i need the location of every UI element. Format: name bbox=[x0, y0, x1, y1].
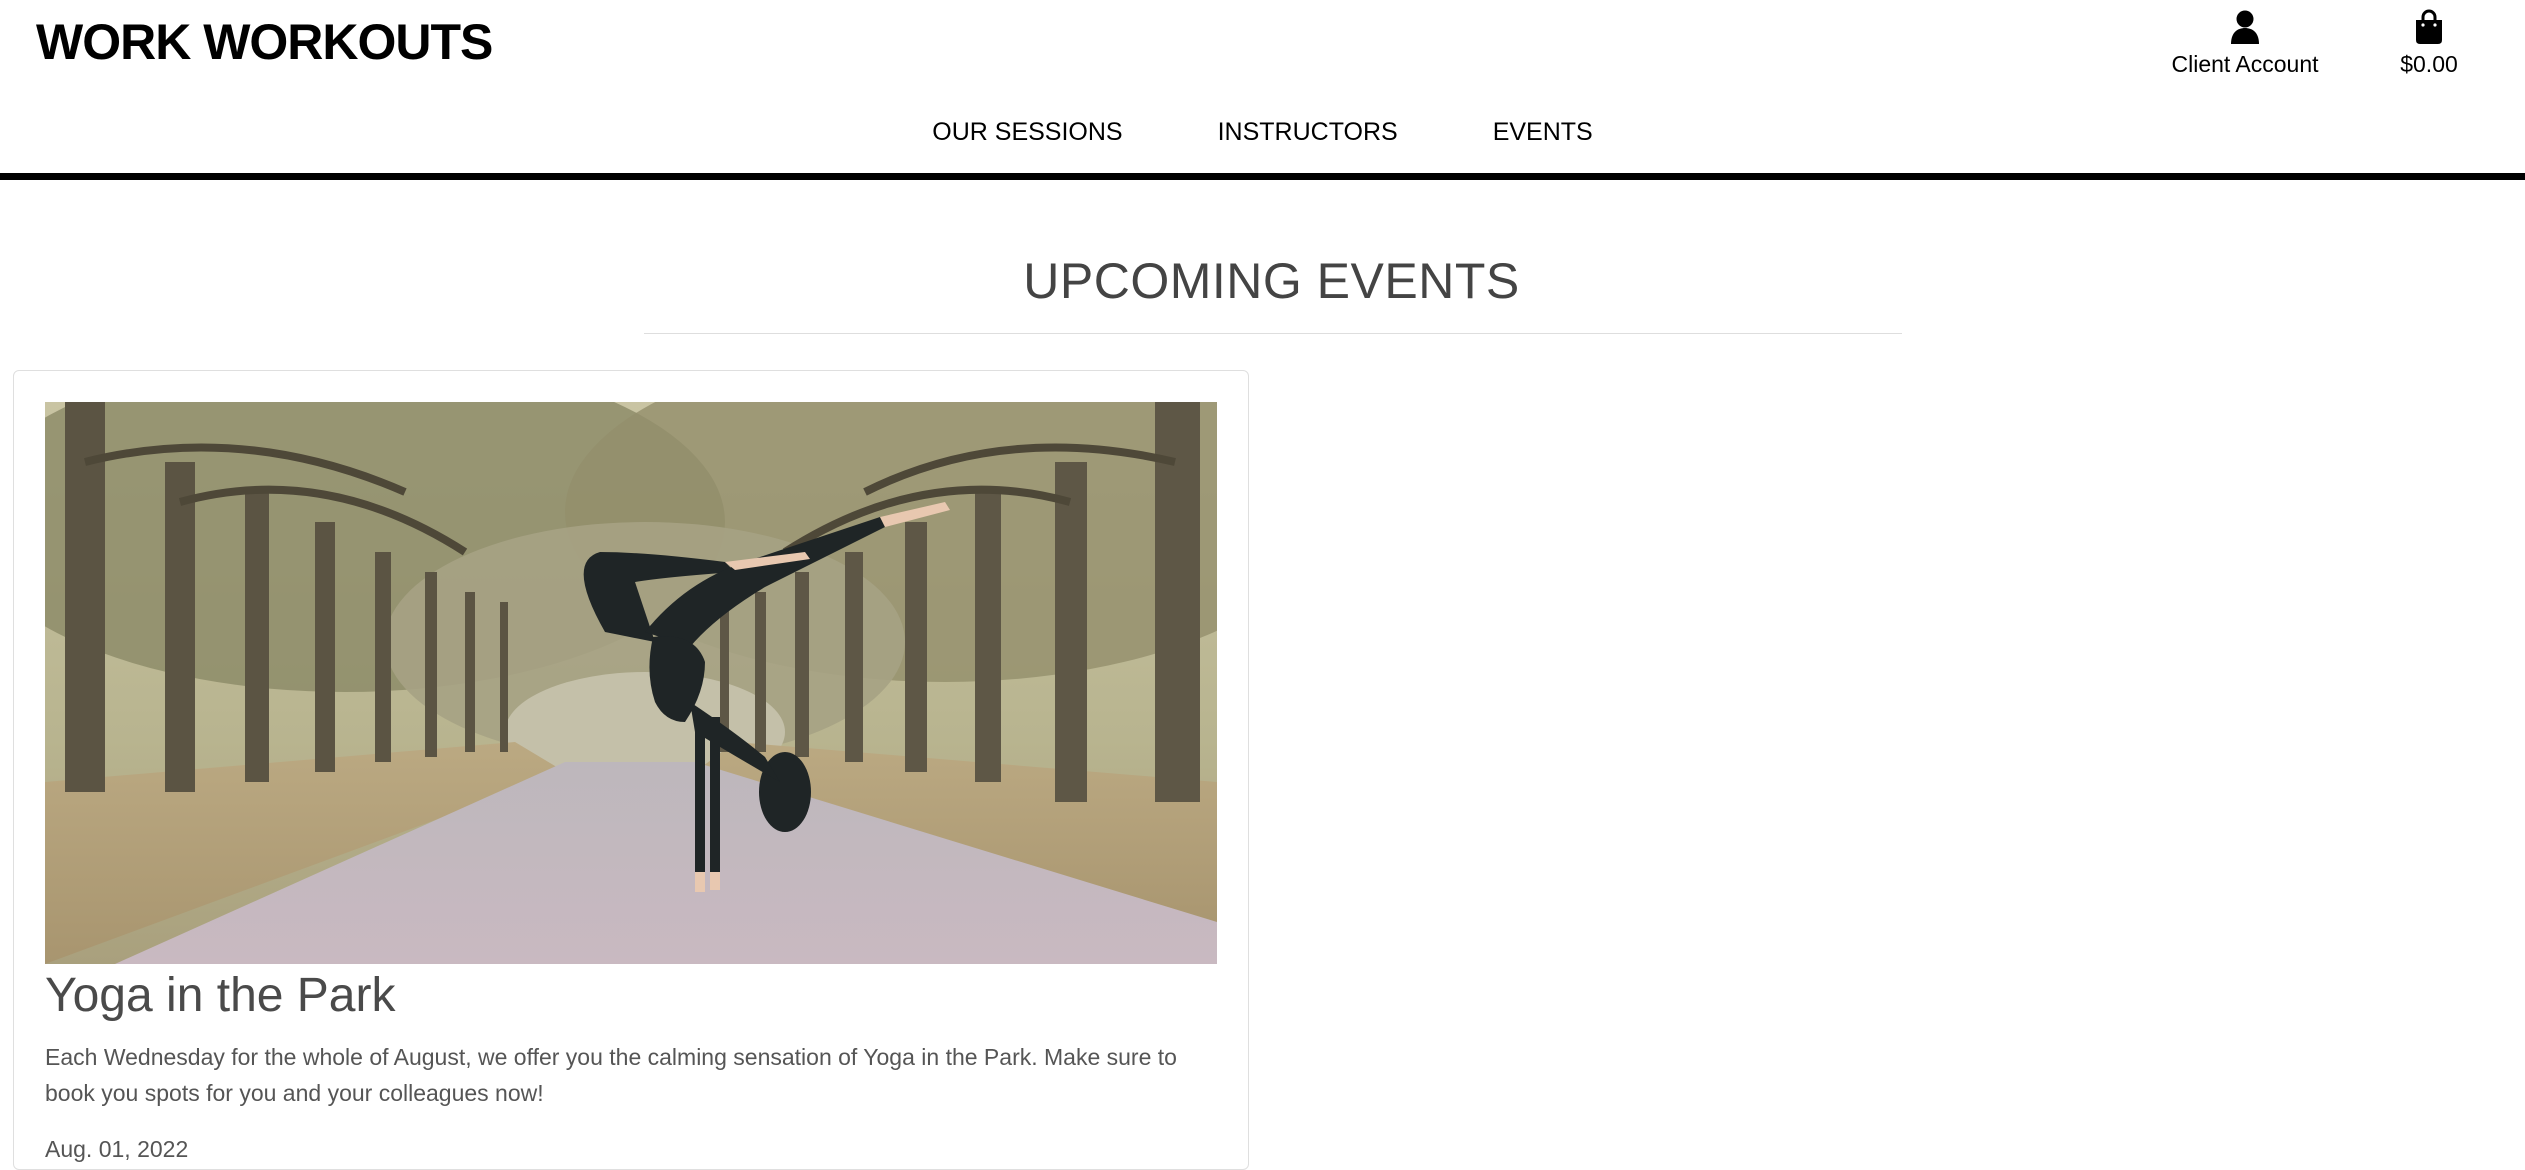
brand-logo[interactable]: WORK WORKOUTS bbox=[36, 10, 493, 74]
bag-total: $0.00 bbox=[2400, 51, 2458, 77]
page-title: UPCOMING EVENTS bbox=[1023, 253, 1520, 309]
user-icon bbox=[2231, 10, 2259, 44]
event-date: Aug. 01, 2022 bbox=[45, 1136, 189, 1162]
event-title[interactable]: Yoga in the Park bbox=[45, 961, 395, 1031]
event-image bbox=[45, 402, 1217, 964]
event-card: Yoga in the Park Each Wednesday for the … bbox=[13, 370, 1249, 1170]
main-nav: OUR SESSIONS INSTRUCTORS EVENTS bbox=[0, 112, 2525, 152]
shopping-bag-icon bbox=[2416, 9, 2442, 44]
nav-item-our-sessions[interactable]: OUR SESSIONS bbox=[932, 112, 1122, 152]
site-header: WORK WORKOUTS Client Account $0.00 OUR S… bbox=[0, 0, 2525, 180]
client-account-link[interactable]: Client Account bbox=[2135, 4, 2355, 80]
nav-item-events[interactable]: EVENTS bbox=[1493, 112, 1593, 152]
shopping-bag-link[interactable]: $0.00 bbox=[2369, 4, 2489, 80]
client-account-label: Client Account bbox=[2171, 51, 2319, 77]
title-divider bbox=[644, 333, 1902, 334]
event-description: Each Wednesday for the whole of August, … bbox=[45, 1044, 1177, 1106]
nav-item-instructors[interactable]: INSTRUCTORS bbox=[1218, 112, 1398, 152]
